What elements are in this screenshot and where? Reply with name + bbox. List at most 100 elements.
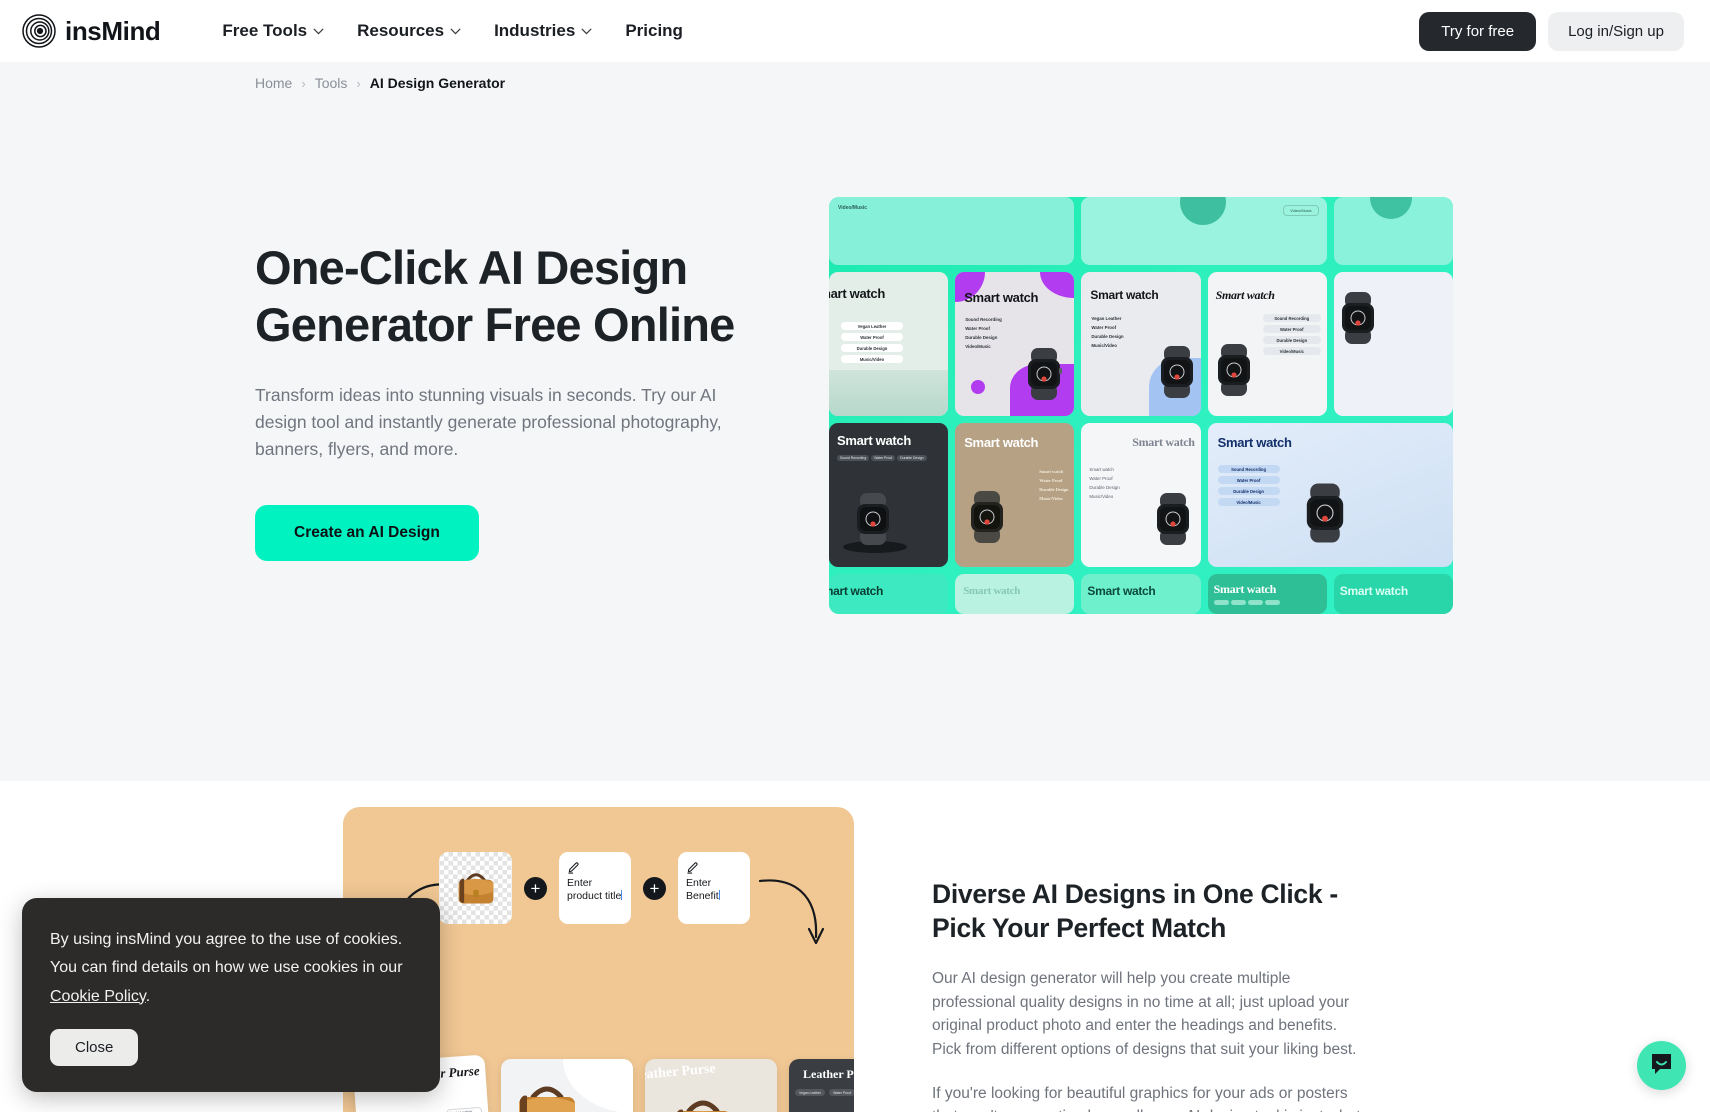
result-benefit: Vegan Leather: [795, 1089, 826, 1096]
cookie-close-button[interactable]: Close: [50, 1029, 139, 1066]
create-ai-design-button[interactable]: Create an AI Design: [255, 505, 479, 562]
chat-support-button[interactable]: [1637, 1041, 1686, 1090]
card-benefit: Sound Recording: [965, 317, 1002, 322]
hero-text-column: One-Click AI Design Generator Free Onlin…: [255, 197, 775, 614]
card-title: Smart watch: [1339, 584, 1408, 598]
smart-watch-illustration: [1306, 483, 1343, 543]
smart-watch-illustration: [1217, 344, 1250, 396]
login-signup-button[interactable]: Log in/Sign up: [1548, 11, 1684, 51]
benefit-input[interactable]: Enter Benefit: [678, 852, 750, 924]
product-photo-thumbnail[interactable]: [439, 852, 512, 924]
card-benefit: Video/Music: [1262, 347, 1321, 355]
result-benefit: Vegan Leather: [445, 1106, 483, 1112]
card-benefit: Water Proof: [1091, 325, 1117, 330]
cookie-message: By using insMind you agree to the use of…: [50, 926, 412, 1011]
nav-label: Industries: [494, 21, 576, 40]
card-benefit: Sound Recording: [1262, 314, 1321, 322]
input-steps-row: + Enter product title + Enter Benefit: [439, 852, 750, 924]
nav-item-free-tools[interactable]: Free Tools: [222, 21, 324, 41]
cookie-policy-link[interactable]: Cookie Policy: [50, 988, 146, 1005]
breadcrumb-tools[interactable]: Tools: [315, 75, 348, 91]
smart-watch-illustration: [1156, 493, 1189, 545]
card-benefit: Water Proof: [841, 333, 903, 341]
grid-card-top-b: Video/Music: [1081, 197, 1327, 265]
cookie-line-1: By using insMind you agree to the use of…: [50, 930, 403, 948]
section-paragraph-1: Our AI design generator will help you cr…: [932, 970, 1357, 1058]
card-benefit: Vegan Leather: [841, 322, 903, 330]
hero-design-grid-image: Video/Music Video/Music Smart watch Vega…: [829, 197, 1453, 614]
try-for-free-button[interactable]: Try for free: [1419, 11, 1537, 51]
card-benefit: Video/Music: [965, 344, 991, 349]
nav-label: Resources: [357, 21, 445, 40]
product-title-input[interactable]: Enter product title: [559, 852, 631, 924]
section-paragraph-2: If you're looking for beautiful graphics…: [932, 1084, 1361, 1112]
chevron-down-icon: [581, 28, 592, 35]
chevron-down-icon: [313, 28, 324, 35]
grid-card-7: Smart watch Smart watch Water Proof Dura…: [955, 423, 1075, 567]
page-title: One-Click AI Design Generator Free Onlin…: [255, 241, 735, 351]
hero-section: Home › Tools › AI Design Generator One-C…: [0, 62, 1710, 781]
card-benefit: Durable Design: [897, 455, 927, 461]
smart-watch-illustration: [857, 493, 889, 545]
result-card-title: Leather Purse: [803, 1067, 854, 1081]
cookie-period: .: [145, 987, 151, 1005]
result-benefit: Water Proof: [829, 1089, 854, 1096]
card-benefit: Durable Design: [1089, 485, 1120, 490]
card-title: Smart watch: [1217, 435, 1292, 450]
grid-card-strip-2: Smart watch: [955, 574, 1075, 614]
smart-watch-illustration: [971, 491, 1004, 543]
nav-label: Free Tools: [222, 21, 308, 40]
chevron-down-icon: [450, 28, 461, 35]
nav-label: Pricing: [625, 21, 683, 40]
card-title: Smart watch: [1132, 435, 1195, 449]
nav-item-industries[interactable]: Industries: [494, 21, 592, 41]
grid-card-strip-5: Smart watch: [1333, 574, 1453, 614]
card-title: Smart watch: [1090, 288, 1159, 302]
grid-card-4: Smart watch Sound Recording Water Proof …: [1207, 272, 1327, 416]
site-header: insMind Free Tools Resources Industries …: [0, 0, 1710, 62]
card-benefit: Water Proof: [1089, 476, 1113, 481]
result-card-2[interactable]: Vegan Leather Water Proof Durable Design…: [501, 1059, 633, 1112]
leather-purse-icon: [458, 873, 493, 904]
nav-item-resources[interactable]: Resources: [357, 21, 461, 41]
logo-home-link[interactable]: insMind: [22, 14, 161, 48]
grid-card-strip-4: Smart watch: [1207, 574, 1327, 614]
cookie-line-2: You can find details on how we use cooki…: [50, 959, 403, 977]
card-benefit: Video/Music: [1217, 498, 1280, 506]
hero-content: One-Click AI Design Generator Free Onlin…: [0, 91, 1710, 614]
card-benefit: Water Proof: [1039, 478, 1063, 483]
card-benefit: Sound Recording: [837, 455, 870, 461]
card-benefit: Durable Design: [965, 335, 998, 340]
leather-purse-illustration: [677, 1100, 728, 1112]
card-benefit: Durable Design: [1217, 487, 1280, 495]
curved-arrow-right-icon: [758, 879, 825, 945]
card-benefit: Music/Video: [841, 355, 903, 363]
result-card-3[interactable]: Leather Purse Vegan Leather Water Proof …: [645, 1059, 777, 1112]
grid-card-6: Smart watch Sound Recording Water Proof …: [829, 423, 949, 567]
card-benefit: Smart watch: [1039, 469, 1064, 474]
grid-card-strip-1: Smart watch: [829, 574, 949, 614]
breadcrumb-home[interactable]: Home: [255, 75, 292, 91]
plus-icon-2: +: [643, 876, 666, 900]
card-benefit: Vegan Leather: [1091, 316, 1122, 321]
nav-item-pricing[interactable]: Pricing: [625, 21, 683, 41]
grid-card-1: Smart watch Vegan Leather Water Proof Du…: [829, 272, 949, 416]
result-card-4[interactable]: Leather Purse Vegan Leather Water Proof …: [789, 1059, 854, 1112]
product-title-placeholder: Enter product title: [567, 877, 622, 903]
card-benefit: Durable Design: [841, 344, 903, 352]
card-title: Smart watch: [964, 290, 1039, 305]
card-title: Smart watch: [837, 433, 912, 448]
breadcrumb-current: AI Design Generator: [369, 75, 506, 91]
grid-card-5: [1333, 272, 1453, 416]
main-nav: Free Tools Resources Industries Pricing: [222, 21, 683, 41]
breadcrumb: Home › Tools › AI Design Generator: [0, 62, 1710, 91]
text-caret: [621, 890, 623, 901]
card-title: Smart watch: [829, 584, 884, 598]
grid-card-top-c: [1333, 197, 1453, 265]
hero-grid: Video/Music Video/Music Smart watch Vega…: [829, 197, 1453, 614]
cookie-consent-banner: By using insMind you agree to the use of…: [22, 897, 440, 1092]
card-benefit: Sound Recording: [1217, 465, 1280, 473]
leather-purse-illustration: [817, 1107, 854, 1112]
grid-card-9: Smart watch Sound Recording Water Proof …: [1207, 423, 1453, 567]
chat-bubble-smile-icon: [1649, 1051, 1674, 1081]
